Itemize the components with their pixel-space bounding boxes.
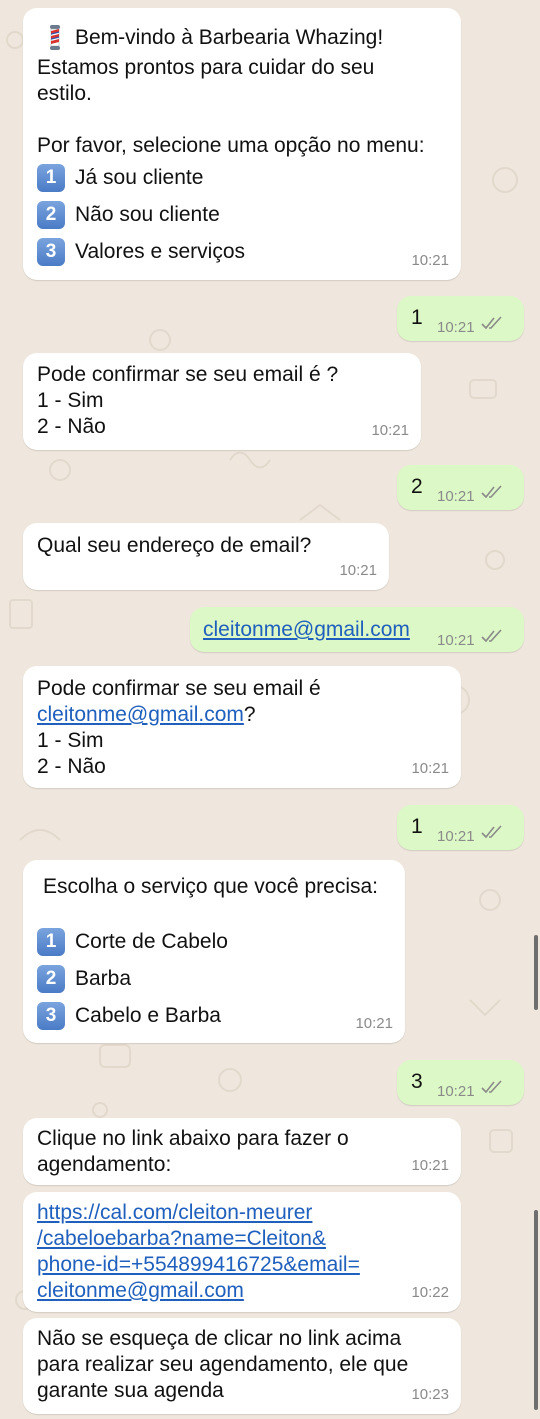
message-timestamp: 10:21 [437,632,475,649]
message-timestamp: 10:21 [437,488,475,505]
message-text: 1 - Sim [37,729,104,752]
message-text: Escolha o serviço que você precisa: [43,875,379,898]
confirm-email-question-bubble[interactable]: Pode confirmar se seu email é ? 1 - Sim … [23,353,421,450]
message-timestamp: 10:21 [371,422,409,439]
message-text: Por favor, selecione uma opção no menu: [37,134,425,157]
menu-option-text: Já sou cliente [75,166,204,189]
message-timestamp: 10:22 [411,1284,449,1301]
message-timestamp: 10:21 [437,828,475,845]
confirm-email-bubble[interactable]: Pode confirmar se seu email é cleitonme@… [23,666,461,788]
number-two-badge: 2 [37,965,65,993]
message-timestamp: 10:21 [437,319,475,336]
outgoing-message-bubble[interactable]: 1 10:21 [397,296,524,341]
message-text: Não se esqueça de clicar no link acima [37,1327,402,1350]
message-timestamp: 10:21 [411,252,449,269]
email-link[interactable]: cleitonme@gmail.com [37,703,244,726]
message-text-link-line: cleitonme@gmail.com? [37,702,256,728]
message-text: Estamos prontos para cuidar do seu [37,56,375,79]
booking-link[interactable]: cleitonme@gmail.com [37,1278,244,1304]
message-text: 1 [411,815,423,838]
menu-option-text: Valores e serviços [75,240,246,263]
reminder-bubble[interactable]: Não se esqueça de clicar no link acima p… [23,1318,461,1414]
email-link[interactable]: cleitonme@gmail.com [203,617,410,643]
ask-email-bubble[interactable]: Qual seu endereço de email? 10:21 [23,523,389,590]
outgoing-email-bubble[interactable]: cleitonme@gmail.com 10:21 [190,607,524,652]
message-text: 2 - Não [37,755,106,778]
number-three-badge: 3 [37,238,65,266]
double-check-icon [481,485,502,499]
double-check-icon [481,825,502,839]
message-timestamp: 10:21 [411,1157,449,1174]
message-text: Qual seu endereço de email? [37,534,312,557]
message-text: agendamento: [37,1153,172,1176]
message-text: Pode confirmar se seu email é ? [37,363,339,386]
menu-option-text: Corte de Cabelo [75,930,228,953]
booking-link[interactable]: phone-id=+554899416725&email= [37,1252,360,1278]
message-text: garante sua agenda [37,1379,224,1402]
number-one-badge: 1 [37,928,65,956]
message-text: 3 [411,1070,423,1093]
menu-option-text: Barba [75,967,132,990]
welcome-message-bubble[interactable]: Bem-vindo à Barbearia Whazing! Estamos p… [23,8,461,280]
menu-option-text: Cabelo e Barba [75,1004,221,1027]
message-timestamp: 10:21 [437,1083,475,1100]
message-text: estilo. [37,82,92,105]
double-check-icon [481,1080,502,1094]
menu-option-text: Não sou cliente [75,203,220,226]
message-timestamp: 10:21 [339,562,377,579]
number-one-badge: 1 [37,164,65,192]
double-check-icon [481,629,502,643]
message-text: Clique no link abaixo para fazer o [37,1127,349,1150]
double-check-icon [481,316,502,330]
message-text: Pode confirmar se seu email é [37,677,321,700]
message-timestamp: 10:21 [411,760,449,777]
outgoing-message-bubble[interactable]: 1 10:21 [397,805,524,850]
booking-link[interactable]: /cabeloebarba?name=Cleiton& [37,1226,326,1252]
message-text: para realizar seu agendamento, ele que [37,1353,409,1376]
message-text: 1 - Sim [37,389,104,412]
booking-link[interactable]: https://cal.com/cleiton-meurer [37,1200,312,1226]
number-three-badge: 3 [37,1002,65,1030]
number-two-badge: 2 [37,201,65,229]
message-text: 2 [411,475,423,498]
outgoing-message-bubble[interactable]: 2 10:21 [397,465,524,510]
message-text: 1 [411,306,423,329]
scrollbar-upper[interactable] [534,935,538,1010]
booking-link-bubble[interactable]: https://cal.com/cleiton-meurer /cabeloeb… [23,1192,461,1312]
question-mark: ? [243,703,256,726]
message-text: 2 - Não [37,415,106,438]
barber-pole-icon [50,25,60,50]
scrollbar-lower[interactable] [534,1210,538,1410]
service-menu-bubble[interactable]: Escolha o serviço que você precisa: 1 Co… [23,860,405,1043]
message-timestamp: 10:21 [355,1015,393,1032]
booking-instruction-bubble[interactable]: Clique no link abaixo para fazer o agend… [23,1118,461,1185]
outgoing-message-bubble[interactable]: 3 10:21 [397,1060,524,1105]
message-text: Bem-vindo à Barbearia Whazing! [75,26,384,49]
message-timestamp: 10:23 [411,1386,449,1403]
